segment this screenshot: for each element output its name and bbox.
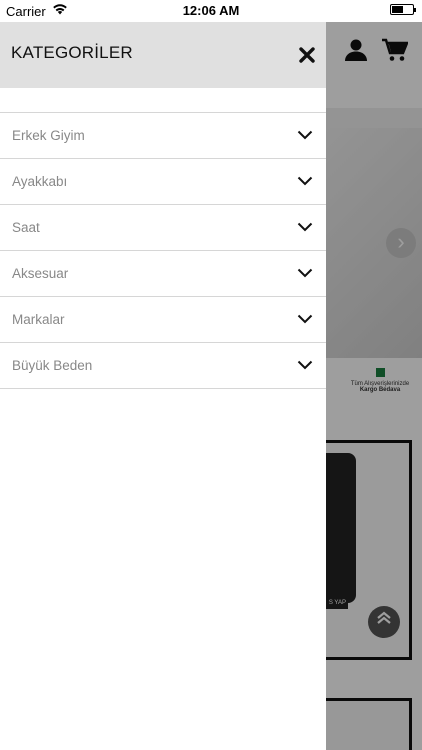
chevron-down-icon [297,360,313,370]
close-icon [299,47,315,63]
status-bar: Carrier 12:06 AM [0,0,422,22]
drawer-spacer [0,88,326,113]
drawer-header: KATEGORİLER [0,22,326,88]
category-item-markalar[interactable]: Markalar [0,297,326,343]
chevron-down-icon [297,268,313,278]
battery-icon [390,4,416,15]
category-item-aksesuar[interactable]: Aksesuar [0,251,326,297]
category-item-erkek-giyim[interactable]: Erkek Giyim [0,113,326,159]
category-item-buyuk-beden[interactable]: Büyük Beden [0,343,326,389]
chevron-down-icon [297,176,313,186]
chevron-down-icon [297,130,313,140]
category-drawer: KATEGORİLER Erkek Giyim Ayakkabı Saat Ak… [0,22,326,750]
chevron-down-icon [297,222,313,232]
close-button[interactable] [294,42,320,68]
category-label: Erkek Giyim [12,128,85,143]
drawer-title: KATEGORİLER [11,43,133,62]
category-item-ayakkabi[interactable]: Ayakkabı [0,159,326,205]
category-label: Ayakkabı [12,174,68,189]
category-label: Büyük Beden [12,358,93,373]
category-label: Aksesuar [12,266,69,281]
status-time: 12:06 AM [182,3,240,18]
category-label: Saat [12,220,40,235]
chevron-down-icon [297,314,313,324]
category-item-saat[interactable]: Saat [0,205,326,251]
category-label: Markalar [12,312,65,327]
